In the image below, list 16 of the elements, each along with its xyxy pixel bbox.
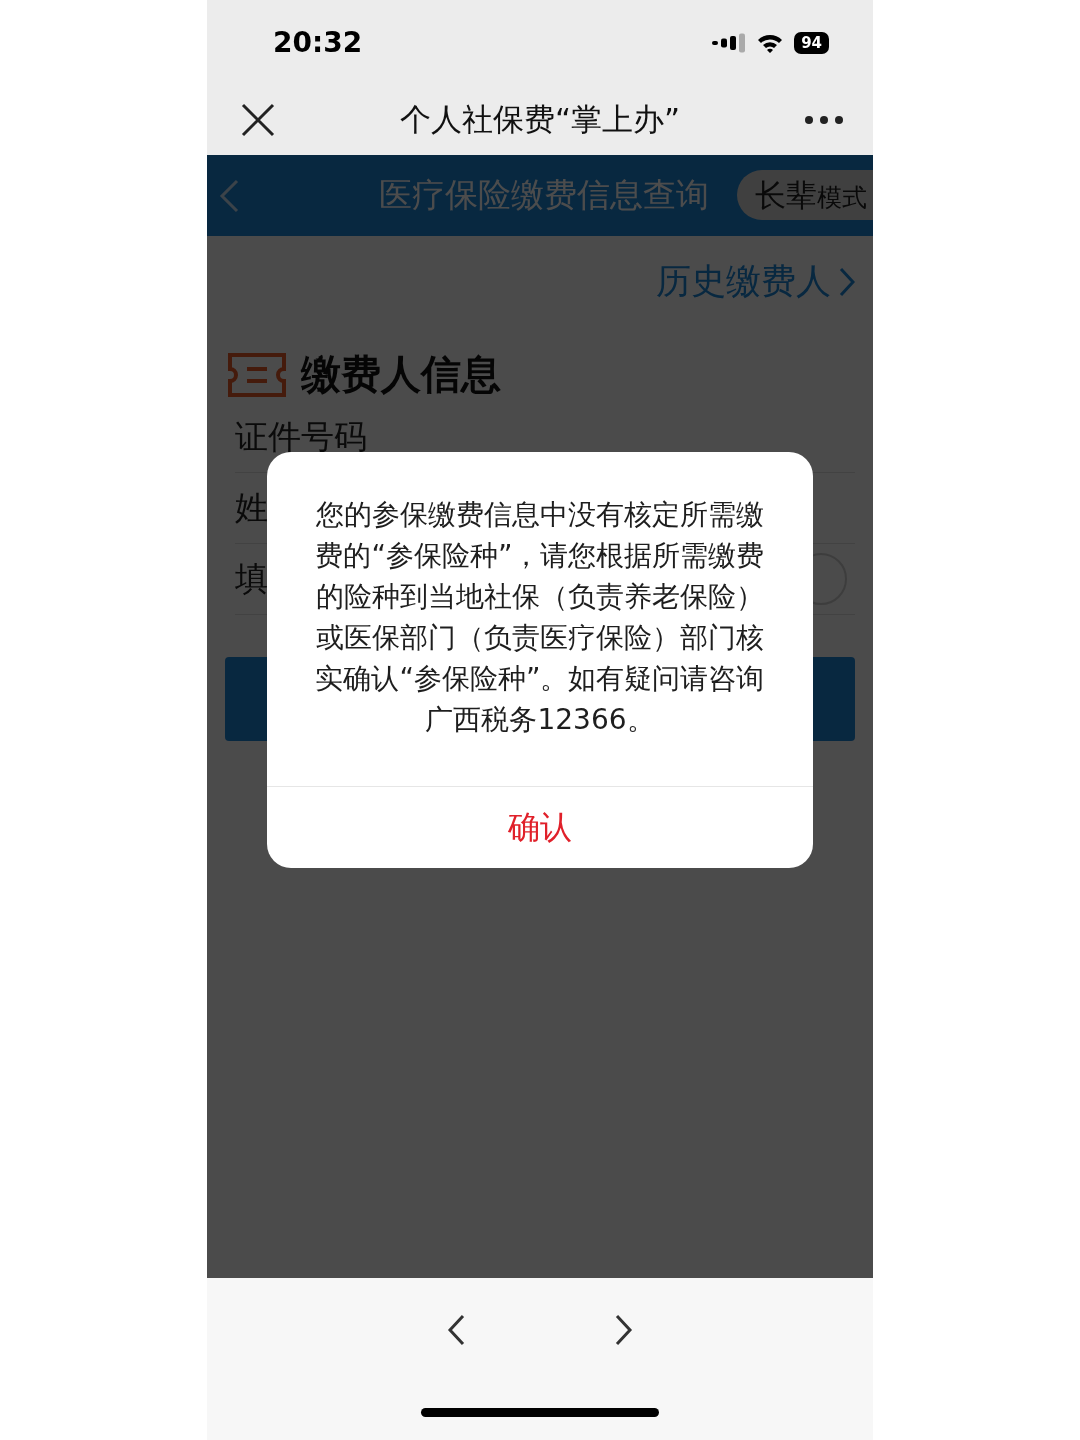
status-time: 20:32 (273, 26, 363, 59)
field-label: 姓 (235, 486, 268, 529)
close-icon[interactable] (241, 103, 275, 137)
confirm-button[interactable]: 确认 (267, 786, 813, 868)
forward-icon[interactable] (615, 1314, 633, 1346)
field-label: 证件号码 (235, 415, 367, 458)
bar-title: 医疗保险缴费信息查询 (379, 174, 709, 216)
battery-level: 94 (794, 31, 829, 54)
section-title: 缴费人信息 (301, 350, 501, 399)
more-icon[interactable] (805, 116, 843, 124)
signal-icon (712, 32, 747, 53)
page-title: 个人社保费“掌上办” (399, 100, 681, 139)
dialog-message: 您的参保缴费信息中没有核定所需缴费的“参保险种”，请您根据所需缴费的险种到当地社保（负责养老保险）或医保部门（负责医疗保险）部门核实确认“参保险种”。如有疑问请咨询广西税务12366。 (314, 497, 766, 738)
back-icon[interactable] (447, 1314, 465, 1346)
field-label: 填 (235, 557, 268, 600)
wifi-icon (756, 32, 785, 53)
